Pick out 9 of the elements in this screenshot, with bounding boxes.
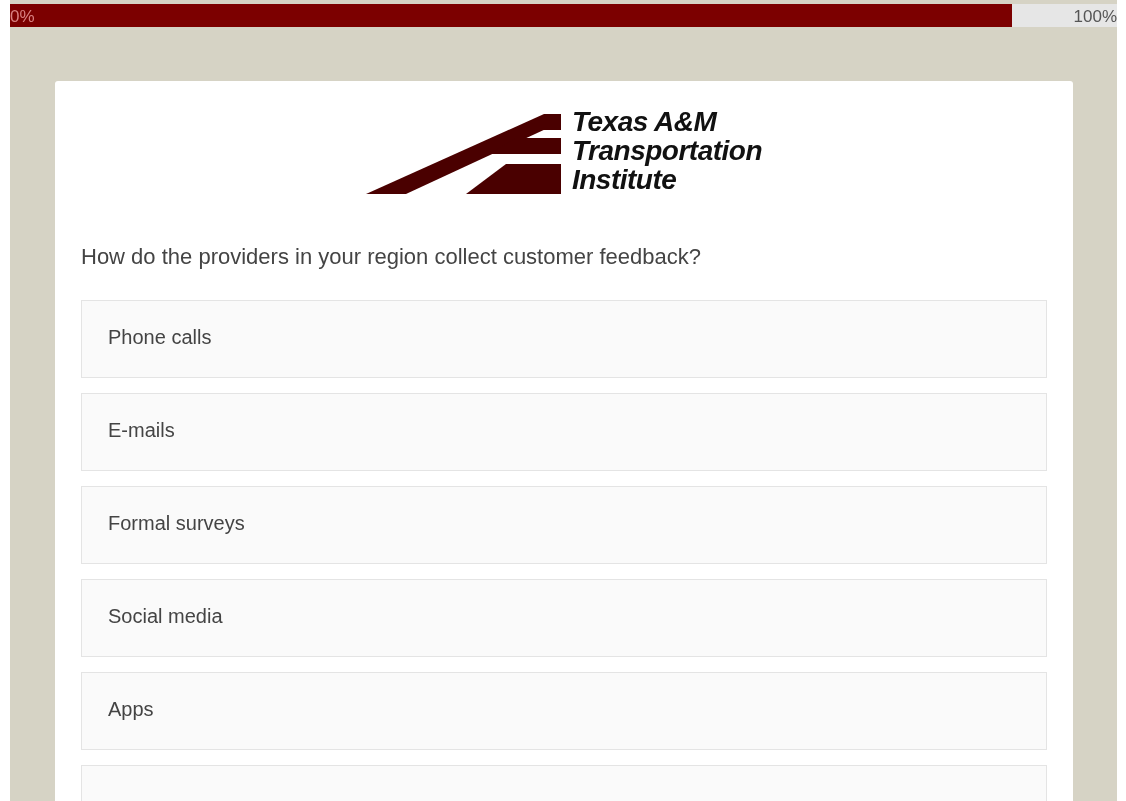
progress-end-label: 100%	[1073, 7, 1117, 27]
answer-option[interactable]: Social media	[81, 579, 1047, 657]
answer-option[interactable]: Formal surveys	[81, 486, 1047, 564]
progress-start-label: 0%	[10, 7, 35, 27]
answer-option[interactable]: E-mails	[81, 393, 1047, 471]
question-text: How do the providers in your region collect customer feedback?	[81, 244, 702, 270]
answer-option[interactable]: Apps	[81, 672, 1047, 750]
logo-text: Texas A&M Transportation Institute	[571, 107, 763, 194]
answer-option[interactable]: Phone calls	[81, 300, 1047, 378]
